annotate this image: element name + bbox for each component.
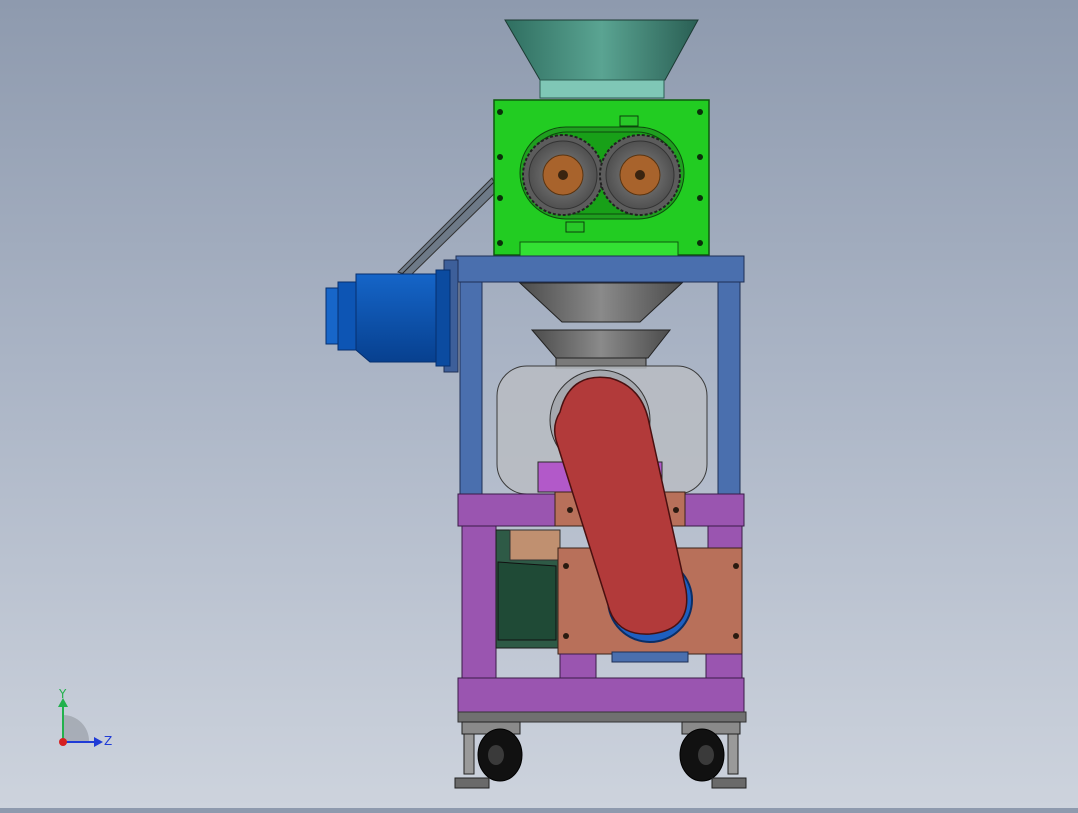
- left-caster: [454, 721, 523, 789]
- triad-arc: [63, 715, 89, 741]
- z-axis-arrow: [94, 737, 103, 747]
- feed-hopper: [504, 19, 699, 99]
- z-axis-label: Z: [104, 734, 112, 748]
- cad-model-view: Y Z: [58, 19, 747, 789]
- discharge-chute: [518, 282, 684, 369]
- right-caster: [679, 721, 747, 789]
- cad-viewport[interactable]: Y Z: [0, 0, 1078, 808]
- drive-motor: [325, 269, 451, 367]
- collection-bin: [495, 529, 561, 649]
- left-roller-gear: [522, 134, 604, 216]
- coordinate-triad: Y Z: [58, 687, 112, 748]
- right-roller-gear: [599, 134, 681, 216]
- x-axis-origin: [59, 738, 67, 746]
- y-axis-label: Y: [58, 687, 67, 701]
